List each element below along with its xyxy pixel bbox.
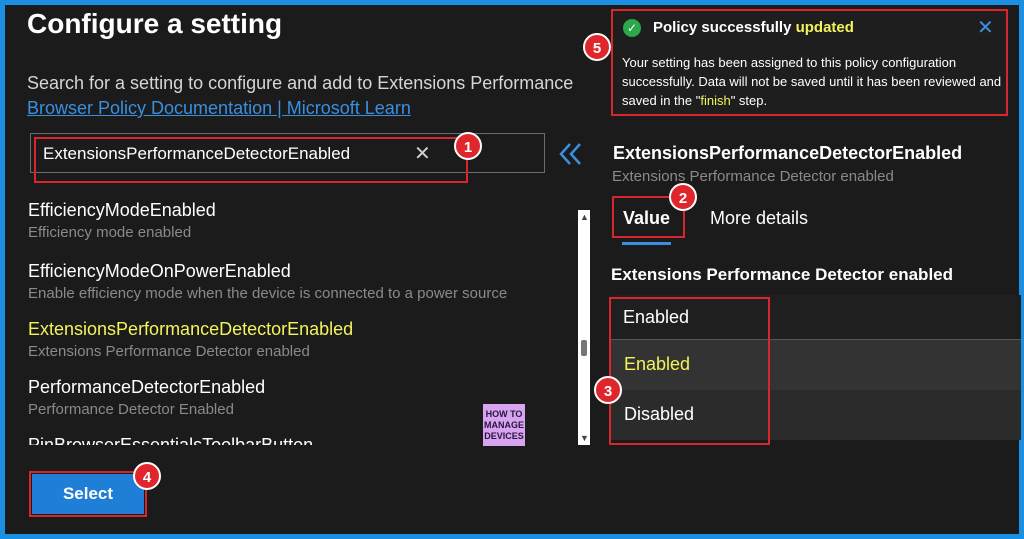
list-item[interactable]: EfficiencyModeEnabled Efficiency mode en… xyxy=(28,200,216,241)
list-item-selected[interactable]: ExtensionsPerformanceDetectorEnabled Ext… xyxy=(28,319,353,360)
settings-list: EfficiencyModeEnabled Efficiency mode en… xyxy=(0,195,560,445)
callout-badge-5: 5 xyxy=(583,33,611,61)
toast-body-prefix: Your setting has been assigned to this p… xyxy=(622,55,1002,108)
annotation-box-search xyxy=(34,137,468,183)
toast-title-prefix: Policy successfully xyxy=(653,19,796,36)
toast-body-suffix: " step. xyxy=(730,93,768,108)
logo-text-line: HOW TO xyxy=(485,409,523,419)
watermark-logo: HOW TO MANAGE DEVICES xyxy=(483,404,525,446)
active-tab-indicator xyxy=(622,242,671,245)
setting-item-name: EfficiencyModeEnabled xyxy=(28,200,216,220)
scroll-up-icon[interactable]: ▲ xyxy=(580,212,589,222)
list-scrollbar[interactable]: ▲ ▼ xyxy=(578,210,590,445)
documentation-link[interactable]: Browser Policy Documentation | Microsoft… xyxy=(27,98,411,119)
setting-item-desc: Efficiency mode enabled xyxy=(28,224,192,241)
setting-item-name: PerformanceDetectorEnabled xyxy=(28,377,266,397)
page-title: Configure a setting xyxy=(27,8,283,39)
callout-badge-2: 2 xyxy=(669,183,697,211)
close-icon[interactable]: ✕ xyxy=(977,15,994,40)
setting-item-name: EfficiencyModeOnPowerEnabled xyxy=(28,261,291,281)
toast-body-highlight: finish xyxy=(700,93,731,108)
list-item[interactable]: PinBrowserEssentialsToolbarButton xyxy=(28,435,313,445)
field-label: Extensions Performance Detector enabled xyxy=(611,265,954,284)
toast-body: Your setting has been assigned to this p… xyxy=(622,53,1002,110)
setting-item-name: ExtensionsPerformanceDetectorEnabled xyxy=(28,319,354,339)
check-circle-icon: ✓ xyxy=(623,19,641,37)
callout-badge-4: 4 xyxy=(133,462,161,490)
logo-text-line: DEVICES xyxy=(484,431,524,441)
callout-badge-3: 3 xyxy=(594,376,622,404)
annotation-box-select xyxy=(29,471,147,517)
scroll-thumb[interactable] xyxy=(581,340,587,356)
setting-item-desc: Extensions Performance Detector enabled xyxy=(28,343,310,360)
annotation-box-dropdown xyxy=(609,297,770,445)
tab-more-details[interactable]: More details xyxy=(710,208,808,229)
setting-item-name: PinBrowserEssentialsToolbarButton xyxy=(28,435,314,445)
toast-title-highlight: updated xyxy=(795,19,854,36)
collapse-double-chevron-icon[interactable] xyxy=(556,140,586,168)
detail-setting-name: ExtensionsPerformanceDetectorEnabled xyxy=(613,143,963,163)
toast-title: Policy successfully updated xyxy=(653,19,854,36)
setting-item-desc: Performance Detector Enabled xyxy=(28,401,234,418)
logo-text-line: MANAGE xyxy=(484,420,524,430)
page-description: Search for a setting to configure and ad… xyxy=(27,73,574,93)
success-toast: ✓ Policy successfully updated ✕ Your set… xyxy=(611,9,1008,116)
list-item[interactable]: PerformanceDetectorEnabled Performance D… xyxy=(28,377,265,418)
setting-item-desc: Enable efficiency mode when the device i… xyxy=(28,285,508,302)
detail-setting-desc: Extensions Performance Detector enabled xyxy=(612,168,894,185)
list-item[interactable]: EfficiencyModeOnPowerEnabled Enable effi… xyxy=(28,261,507,302)
callout-badge-1: 1 xyxy=(454,132,482,160)
scroll-down-icon[interactable]: ▼ xyxy=(580,433,589,443)
